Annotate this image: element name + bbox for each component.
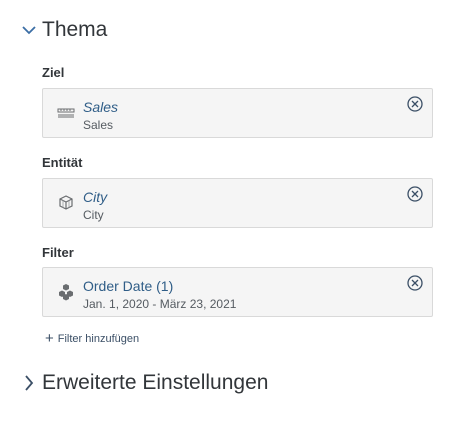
filter-label: Filter <box>42 245 74 260</box>
ziel-sub: Sales <box>83 118 114 132</box>
plus-icon: + <box>45 330 54 347</box>
remove-filter-icon[interactable] <box>407 275 423 291</box>
measure-icon <box>57 104 75 122</box>
advanced-section-toggle[interactable]: Erweiterte Einstellungen <box>20 372 268 393</box>
filter-card[interactable]: Order Date (1) Jan. 1, 2020 - März 23, 2… <box>42 267 433 317</box>
filter-cubes-icon <box>57 283 75 301</box>
entitat-label: Entität <box>42 155 83 170</box>
filter-value[interactable]: Order Date (1) <box>83 278 173 294</box>
remove-ziel-icon[interactable] <box>407 96 423 112</box>
ziel-card[interactable]: Sales Sales <box>42 88 433 138</box>
filter-sub: Jan. 1, 2020 - März 23, 2021 <box>83 297 237 311</box>
chevron-right-icon <box>20 374 38 392</box>
add-filter-label: Filter hinzufügen <box>57 332 140 345</box>
advanced-section-title: Erweiterte Einstellungen <box>42 371 269 394</box>
thema-section-title: Thema <box>42 18 108 41</box>
thema-section-toggle[interactable]: Thema <box>20 19 107 40</box>
entitat-card[interactable]: City City <box>42 178 433 228</box>
entitat-sub: City <box>83 208 104 222</box>
chevron-down-icon <box>20 21 38 39</box>
entitat-value[interactable]: City <box>83 189 107 205</box>
ziel-label: Ziel <box>42 65 65 80</box>
ziel-value[interactable]: Sales <box>83 99 118 115</box>
add-filter-button[interactable]: + Filter hinzufügen <box>45 331 139 346</box>
dimension-cube-icon <box>57 194 75 212</box>
remove-entitat-icon[interactable] <box>407 186 423 202</box>
